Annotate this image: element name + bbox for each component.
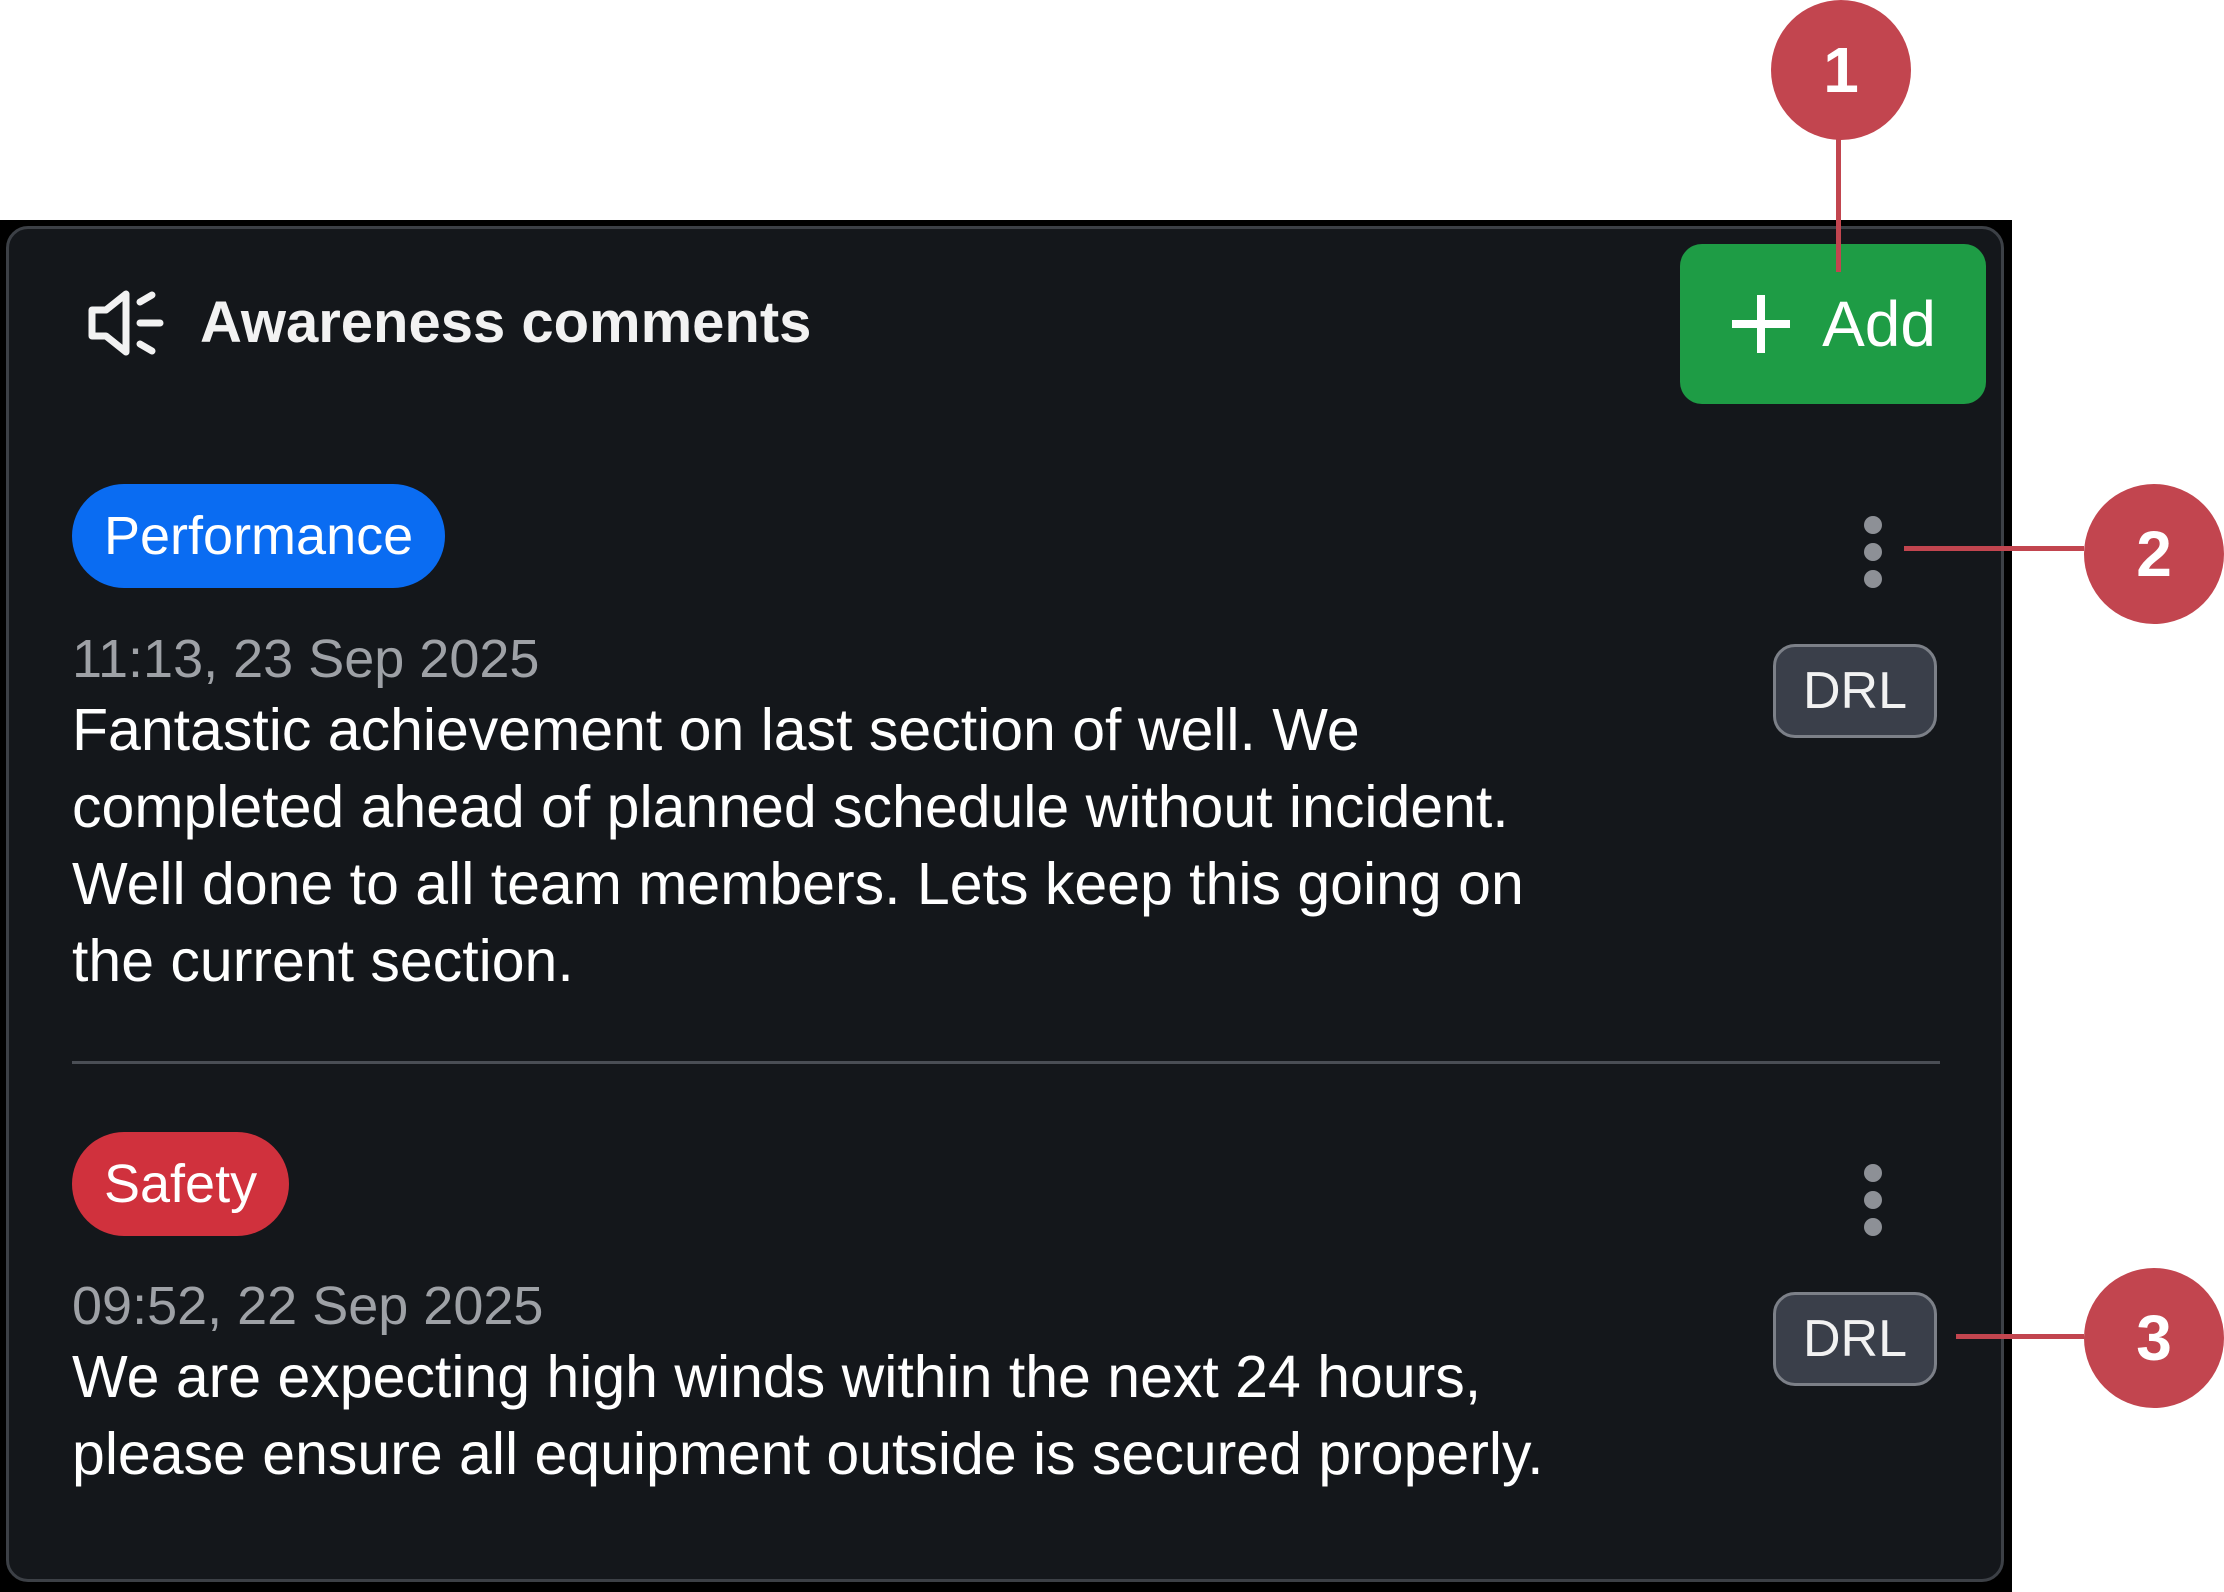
kebab-dot	[1864, 1164, 1882, 1182]
annotated-screenshot: Awareness comments Add Performance DRL 1…	[0, 0, 2224, 1592]
kebab-dot	[1864, 1191, 1882, 1209]
drl-badge: DRL	[1773, 1292, 1937, 1386]
megaphone-icon	[88, 290, 164, 356]
comment-divider	[72, 1061, 1940, 1064]
panel-title: Awareness comments	[200, 290, 812, 355]
drl-badge: DRL	[1773, 644, 1937, 738]
category-tag-safety: Safety	[72, 1132, 290, 1236]
kebab-dot	[1864, 570, 1882, 588]
comment-timestamp: 09:52, 22 Sep 2025	[72, 1276, 544, 1336]
kebab-dot	[1864, 516, 1882, 534]
category-tag-performance: Performance	[72, 484, 446, 588]
comment-text: We are expecting high winds within the n…	[72, 1344, 1544, 1487]
callout-leader-line	[1956, 1334, 2084, 1339]
kebab-dot	[1864, 1218, 1882, 1236]
kebab-dot	[1864, 543, 1882, 561]
callout-marker-2: 2	[2084, 484, 2224, 624]
callout-marker-1: 1	[1771, 0, 1911, 140]
comment-text: Fantastic achievement on last section of…	[72, 697, 1524, 994]
comment-menu-button[interactable]	[1853, 1160, 1893, 1240]
add-comment-button[interactable]: Add	[1680, 244, 1986, 404]
callout-leader-line	[1904, 546, 2084, 551]
callout-leader-line	[1836, 136, 1841, 272]
plus-icon	[1732, 295, 1791, 353]
comment-timestamp: 11:13, 23 Sep 2025	[72, 629, 540, 689]
comment-menu-button[interactable]	[1853, 512, 1893, 592]
add-button-label: Add	[1822, 288, 1936, 360]
callout-marker-3: 3	[2084, 1268, 2224, 1408]
